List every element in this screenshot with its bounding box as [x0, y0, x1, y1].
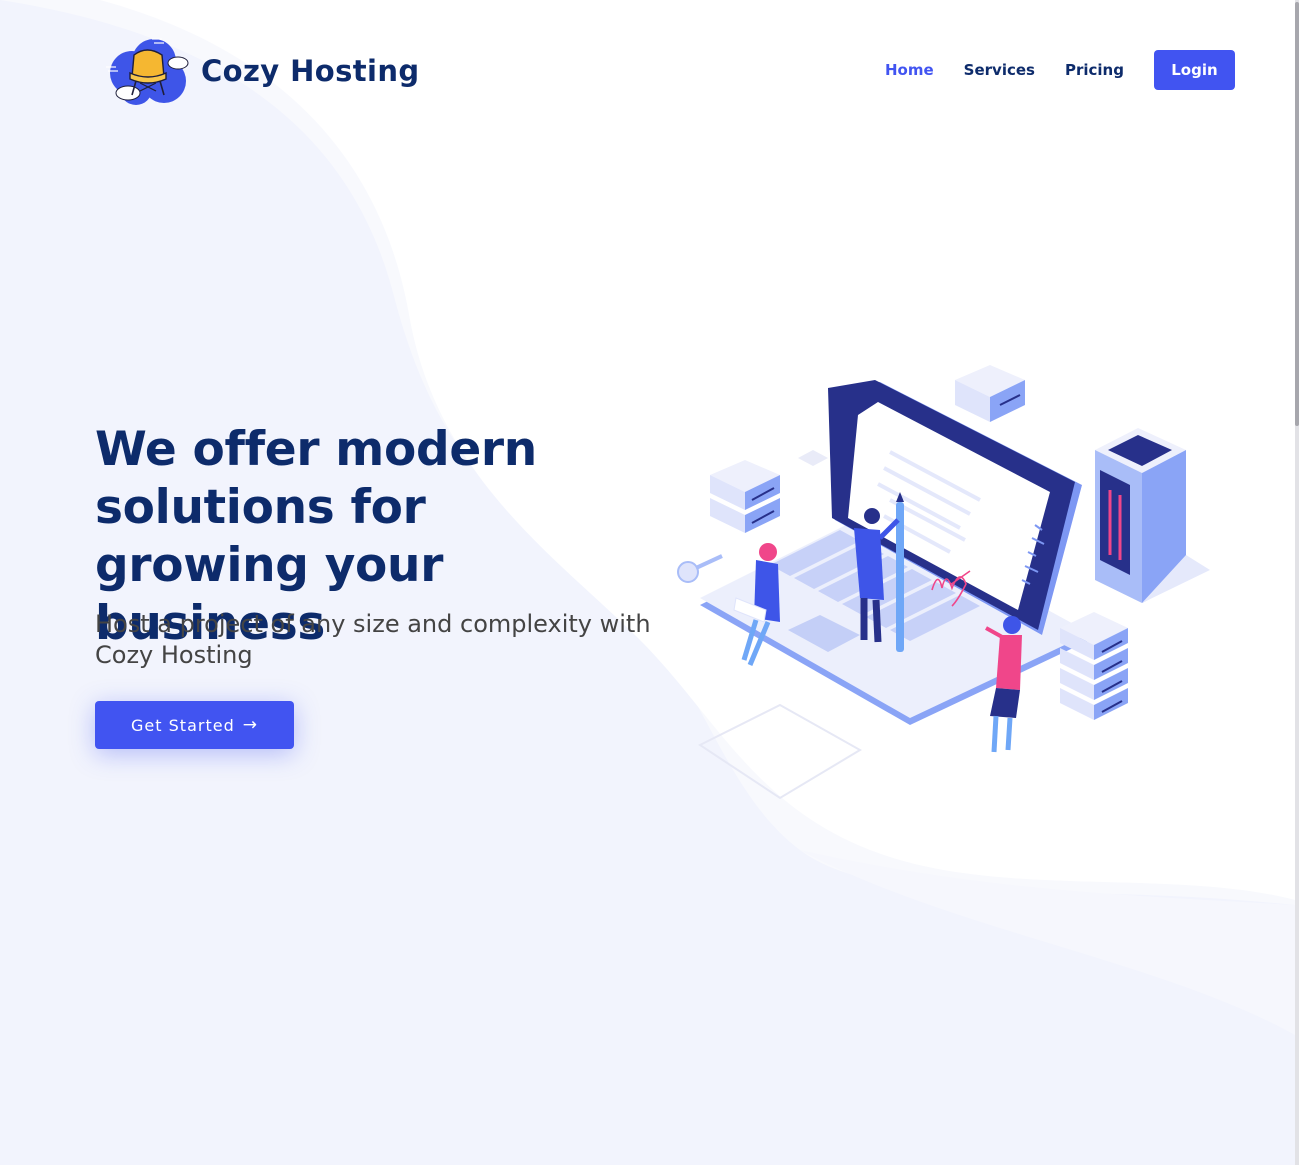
nav-item-home[interactable]: Home — [885, 50, 934, 90]
get-started-label: Get Started — [131, 715, 235, 735]
get-started-button[interactable]: Get Started → — [95, 701, 294, 749]
brand-name[interactable]: Cozy Hosting — [201, 53, 420, 89]
nav-item-services[interactable]: Services — [964, 50, 1035, 90]
vertical-scrollbar[interactable] — [1295, 0, 1299, 1165]
scrollbar-thumb[interactable] — [1295, 2, 1299, 426]
nav-item-pricing[interactable]: Pricing — [1065, 50, 1124, 90]
hero-subtitle: Host a project of any size and complexit… — [95, 610, 651, 669]
login-button[interactable]: Login — [1153, 50, 1235, 90]
hero-illustration — [677, 365, 1210, 800]
main-nav: Home Services Pricing Login — [870, 50, 1235, 90]
armchair-cloud-logo[interactable] — [104, 33, 190, 107]
site-header: Cozy Hosting Home Services Pricing Login — [0, 0, 1295, 140]
arrow-right-icon: → — [242, 715, 258, 735]
